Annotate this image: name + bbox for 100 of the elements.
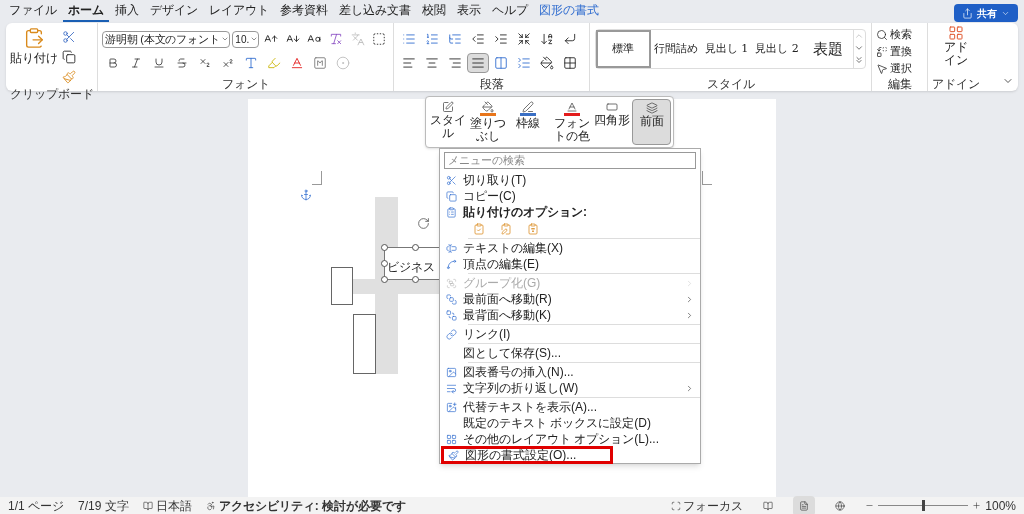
share-button[interactable]: 共有 (954, 4, 1018, 22)
replace-icon (876, 45, 888, 58)
resize-handle[interactable] (381, 276, 388, 283)
editing-button[interactable]: 選択 (876, 60, 923, 77)
resize-handle[interactable] (412, 276, 419, 283)
mini-toolbar-button[interactable]: 枠線 (508, 99, 547, 145)
text-box-icon (446, 242, 457, 254)
text-wrap-icon (446, 382, 457, 394)
menu-item[interactable]: 図形の書式設定(O)... (442, 447, 612, 463)
font-name-field[interactable]: 游明朝 (本文のフォント (102, 30, 231, 48)
menu-search-field[interactable]: メニューの検索 (444, 152, 696, 169)
font-size-field[interactable]: 10. (232, 30, 260, 48)
scissors-icon (446, 174, 457, 186)
sort-icon (540, 32, 554, 46)
bring-front-icon (446, 293, 457, 305)
resize-handle[interactable] (412, 244, 419, 251)
status-text: 1/1 ページ (8, 497, 64, 514)
ribbon-tab[interactable]: 差し込み文書 (334, 0, 416, 22)
menu-item[interactable]: 既定のテキスト ボックスに設定(D) (440, 415, 700, 431)
menu-item[interactable]: 代替テキストを表示(A)... (440, 399, 700, 415)
menu-item[interactable]: 切り取り(T) (440, 172, 700, 188)
status-text: 日本語 (155, 497, 192, 514)
menu-item[interactable]: その他のレイアウト オプション(L)... (440, 431, 700, 447)
picture-icon (446, 366, 457, 378)
font-color-icon (290, 56, 304, 70)
subscript-icon (199, 57, 211, 69)
superscript-icon (222, 57, 234, 69)
copy-icon (62, 50, 76, 64)
ribbon-tab[interactable]: ヘルプ (487, 0, 533, 22)
menu-item[interactable]: コピー(C) (440, 188, 700, 204)
editing-button[interactable]: 検索 (876, 26, 923, 43)
focus-button[interactable]: フォーカス (671, 496, 744, 514)
ribbon-tab[interactable]: レイアウト (204, 0, 274, 22)
resize-handle[interactable] (381, 244, 388, 251)
style-gallery-item[interactable]: 標準 (596, 30, 651, 68)
align-right-icon (448, 56, 462, 70)
highlighter-icon (267, 56, 281, 70)
clipboard-icon (446, 206, 457, 218)
style-gallery-item[interactable]: 見出し 2 (751, 30, 803, 68)
bullet-list-icon (402, 32, 416, 46)
shape-style-icon (440, 101, 455, 113)
picture-text-icon (446, 401, 457, 413)
clipboard-icon (473, 222, 485, 235)
group-label: 編集 (887, 76, 912, 93)
addins-button[interactable]: アドイン (930, 25, 982, 67)
print-layout-button[interactable] (793, 495, 816, 514)
circled-letter-icon (336, 56, 350, 70)
style-gallery-item[interactable]: 表題 (802, 30, 853, 68)
ribbon-tab[interactable]: ファイル (4, 0, 62, 22)
mini-toolbar-button[interactable]: 四角形 (592, 99, 631, 145)
copy-icon (446, 190, 457, 202)
paragraph-mark-icon (563, 32, 577, 46)
menu-item[interactable]: リンク(I) (440, 326, 700, 342)
curve-points-icon (446, 258, 457, 270)
mini-toolbar-button[interactable]: 塗りつぶし (468, 99, 507, 145)
cursor-icon (876, 62, 888, 75)
paintbrush-icon (448, 449, 459, 461)
vertical-text-box (353, 314, 376, 374)
menu-item[interactable]: 図表番号の挿入(N)... (440, 364, 700, 380)
text-box-text: ビジネス (387, 260, 435, 274)
paste-button[interactable]: 貼り付け (12, 27, 56, 67)
book-icon (142, 500, 153, 511)
paintbrush-icon (62, 70, 76, 84)
group-label: スタイル (706, 76, 755, 93)
mini-toolbar-button[interactable]: フォントの色 (552, 99, 591, 145)
resize-handle[interactable] (381, 260, 388, 267)
scissors-icon (62, 30, 76, 44)
shaded-letter-icon (313, 56, 327, 70)
clipboard-pen-icon (500, 222, 512, 235)
mini-toolbar-button[interactable]: 前面 (632, 99, 671, 145)
mini-toolbar-button[interactable]: スタイル (428, 99, 467, 145)
accessibility-status[interactable]: アクセシビリティ: 検討が必要です (218, 496, 407, 514)
editing-button[interactable]: 置換 (876, 43, 923, 60)
zoom-slider-thumb[interactable] (922, 500, 926, 511)
status-text: 7/19 文字 (78, 497, 129, 514)
indent-increase-icon (494, 32, 508, 46)
rotate-handle-icon (417, 217, 430, 230)
more-styles-icon (853, 54, 864, 66)
italic-icon (130, 57, 142, 69)
ribbon-tab[interactable]: 参考資料 (275, 0, 333, 22)
style-gallery-item[interactable]: 見出し 1 (701, 30, 752, 68)
clear-format-icon (329, 32, 344, 46)
ribbon-tab[interactable]: 校閲 (417, 0, 451, 22)
menu-item[interactable]: 最前面へ移動(R) (440, 291, 700, 307)
text-effect-icon (244, 56, 258, 70)
menu-item[interactable]: 最背面へ移動(K) (440, 307, 700, 323)
menu-item[interactable]: 文字列の折り返し(W) (440, 380, 700, 396)
rectangle-icon (604, 101, 619, 113)
bordered-text-icon (372, 32, 387, 46)
zoom-slider[interactable] (878, 500, 969, 511)
ribbon-tab[interactable]: 図形の書式 (534, 0, 604, 22)
style-gallery-item[interactable]: 行間詰め (650, 30, 702, 68)
menu-section-header: 貼り付けのオプション: (463, 204, 587, 221)
menu-item[interactable]: 図として保存(S)... (440, 345, 700, 361)
zoom-percentage[interactable]: 100% (985, 496, 1016, 514)
align-button[interactable] (467, 53, 489, 73)
ribbon-tab[interactable]: 表示 (452, 0, 486, 22)
ribbon-tab[interactable]: デザイン (145, 0, 203, 22)
ribbon-tab[interactable]: 挿入 (110, 0, 144, 22)
clipboard-text-icon (527, 222, 539, 235)
